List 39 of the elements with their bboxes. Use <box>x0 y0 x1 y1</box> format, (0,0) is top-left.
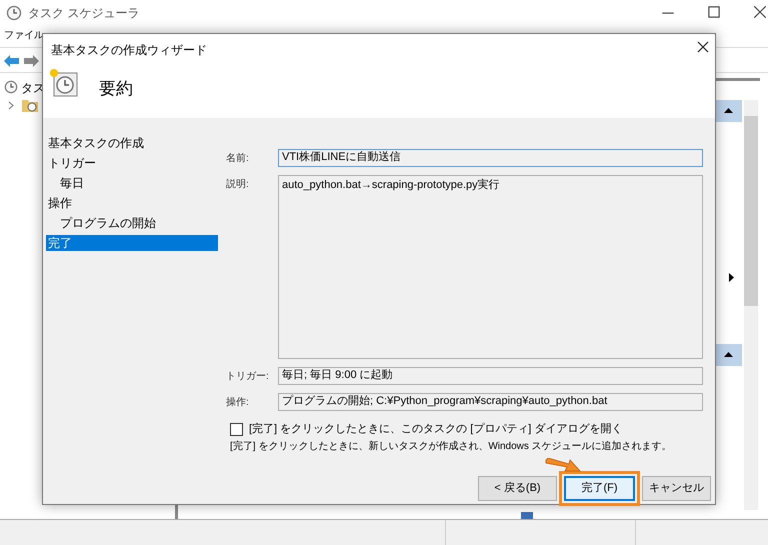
section-header[interactable] <box>716 344 742 366</box>
checkbox[interactable] <box>230 422 243 436</box>
text-field[interactable]: プログラムの開始; C:¥Python_program¥scraping¥auto_python.bat <box>278 393 703 411</box>
field-label: 操作: <box>226 396 250 410</box>
calendar-clock-icon <box>49 68 79 98</box>
wizard-step[interactable]: プログラムの開始 <box>46 215 218 231</box>
expand-arrow-icon[interactable] <box>729 273 734 282</box>
clock-icon <box>6 5 22 21</box>
window-title: タスク スケジューラ <box>28 5 140 22</box>
back-button[interactable]: < 戻る(B) <box>478 476 557 501</box>
folder-icon <box>22 98 38 112</box>
field-label: 名前: <box>226 152 250 166</box>
description-box[interactable]: auto_python.bat→scraping-prototype.py実行 <box>278 175 703 359</box>
wizard-step[interactable]: 操作 <box>46 195 218 211</box>
dialog-title: 基本タスクの作成ウィザード <box>51 42 207 59</box>
wizard-step[interactable]: 完了 <box>46 235 218 251</box>
chevron-icon[interactable] <box>8 101 15 110</box>
field-label: 説明: <box>226 178 250 192</box>
page-heading: 要約 <box>99 78 133 100</box>
wizard-step[interactable]: 基本タスクの作成 <box>46 135 218 151</box>
section-header[interactable] <box>716 100 742 122</box>
wizard-step[interactable]: 毎日 <box>46 175 218 191</box>
forward-arrow-icon[interactable] <box>24 55 39 67</box>
finish-button[interactable]: 完了(F) <box>564 476 635 501</box>
field-label: トリガー: <box>226 370 270 384</box>
collapse-arrow-icon[interactable] <box>724 108 733 113</box>
close-button[interactable] <box>752 4 768 20</box>
info-text: [完了] をクリックしたときに、新しいタスクが作成され、Windows スケジュールに追加されます。 <box>230 440 672 452</box>
maximize-button[interactable] <box>706 4 722 20</box>
close-button[interactable] <box>697 41 709 53</box>
wizard-step[interactable]: トリガー <box>46 155 218 171</box>
cancel-button[interactable]: キャンセル <box>642 476 711 501</box>
checkbox-label[interactable]: [完了] をクリックしたときに、このタスクの [プロパティ] ダイアログを開く <box>249 421 622 438</box>
clock-icon <box>4 80 18 94</box>
collapse-arrow-icon[interactable] <box>724 352 733 357</box>
back-arrow-icon[interactable] <box>4 55 19 67</box>
text-field[interactable]: 毎日; 毎日 9:00 に起動 <box>278 367 703 385</box>
scrollbar[interactable] <box>744 100 758 510</box>
text-field[interactable]: VTI株価LINEに自動送信 <box>278 149 703 167</box>
